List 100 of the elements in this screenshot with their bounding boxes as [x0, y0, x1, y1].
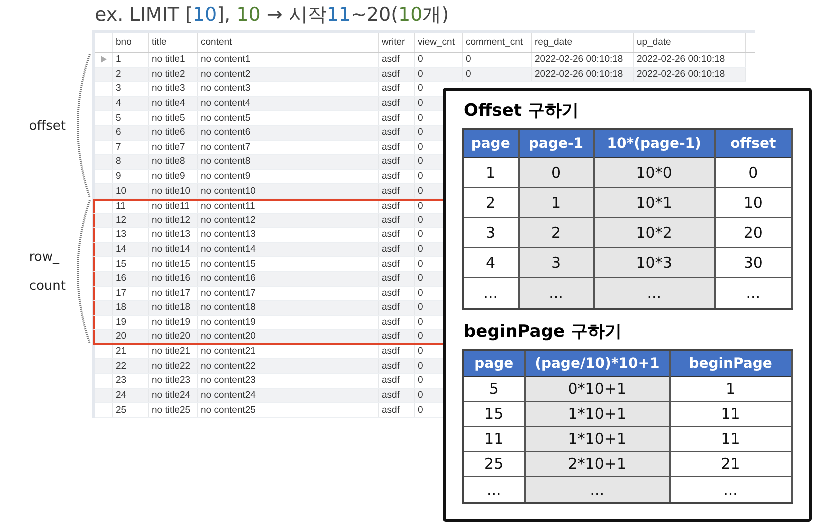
table-cell: no title19	[149, 316, 198, 330]
table-cell: 10*1	[594, 188, 714, 218]
table-cell: asdf	[379, 301, 415, 315]
table-row[interactable]: 8 no title8 no content8 asdf 0	[95, 155, 443, 170]
table-cell: 4	[113, 96, 149, 110]
table-cell-text: 0	[417, 170, 424, 184]
table-cell: no content1	[198, 53, 379, 67]
section-title: beginPage 구하기	[464, 321, 623, 343]
table-cell: no title2	[149, 68, 198, 82]
table-cell: no title9	[149, 170, 198, 184]
column-header[interactable]: title	[149, 33, 198, 52]
table-cell: no title4	[149, 96, 198, 110]
current-row-icon	[100, 56, 106, 64]
table-cell: 1*10+1	[526, 427, 669, 452]
table-cell: 14	[113, 242, 149, 256]
table-cell-text: ...	[482, 283, 499, 304]
table-row[interactable]: 22 no title22 no content22 asdf 0	[95, 359, 443, 374]
table-cell: no content7	[198, 140, 379, 154]
table-cell: no content23	[198, 374, 379, 388]
table-cell: 0	[520, 158, 593, 188]
table-cell: no title20	[149, 330, 198, 343]
table-cell: 15	[464, 402, 524, 427]
column-header[interactable]: content	[198, 33, 379, 52]
table-cell: 3	[464, 218, 518, 248]
table-row[interactable]: 20 no title20 no content20 asdf 0	[93, 330, 443, 345]
table-row[interactable]: 6 no title6 no content6 asdf 0	[95, 126, 443, 141]
table-cell: asdf	[379, 286, 415, 300]
column-header[interactable]: writer	[379, 33, 415, 52]
table-cell: 5	[113, 111, 149, 125]
table-cell: asdf	[379, 126, 415, 140]
table-cell: no content9	[198, 170, 379, 184]
table-cell: asdf	[379, 82, 415, 96]
table-row[interactable]: 4 no title4 no content4 asdf 0	[95, 96, 443, 112]
column-header[interactable]: comment_cnt	[463, 33, 532, 52]
table-cell-text: ...	[646, 283, 662, 304]
table-cell: 25	[464, 452, 524, 477]
bracket-label: count	[29, 279, 66, 294]
table-cell: 0	[463, 53, 532, 67]
table-cell: 10	[113, 184, 149, 198]
table-cell-text: 0	[417, 228, 424, 242]
table-row[interactable]: 10 no title10 no content10 asdf 0	[95, 184, 443, 199]
table-cell-text: 0	[417, 97, 424, 110]
table-cell: 1	[670, 377, 791, 402]
column-header: page	[464, 130, 518, 158]
table-row[interactable]: 18 no title18 no content18 asdf 0	[93, 301, 443, 316]
table-cell: 1	[520, 188, 593, 218]
column-header[interactable]: bno	[113, 33, 149, 52]
table-row[interactable]: 24 no title24 no content24 asdf 0	[95, 388, 443, 404]
table-cell: 2022-02-26 00:10:18	[532, 68, 634, 82]
table-cell: asdf	[379, 344, 415, 358]
table-cell-text: ...	[548, 283, 564, 304]
table-cell: 8	[113, 155, 149, 169]
table-cell: no title3	[149, 82, 198, 96]
table-cell: no content11	[198, 200, 379, 213]
table-cell: 19	[113, 316, 149, 330]
column-header[interactable]: up_date	[634, 33, 746, 52]
table-cell: 2022-02-26 00:10:18	[532, 53, 634, 67]
table-cell: 20	[716, 218, 791, 248]
table-cell: 12	[113, 214, 149, 228]
column-header[interactable]: view_cnt	[415, 33, 463, 52]
table-cell-text: ...	[589, 480, 606, 500]
table-row[interactable]: 25 no title25 no content25 asdf 0	[95, 403, 443, 418]
table-cell: no content14	[198, 242, 379, 256]
table-row[interactable]: 16 no title16 no content16 asdf 0	[93, 272, 443, 286]
table-cell: no title12	[149, 214, 198, 228]
table-cell-text: 0	[417, 243, 424, 256]
table-cell: 9	[113, 170, 149, 184]
table-cell: asdf	[379, 111, 415, 125]
table-cell: 21	[670, 452, 791, 477]
table-cell: 1	[113, 53, 149, 67]
table-cell: 0*10+1	[526, 377, 669, 402]
table-row[interactable]: 12 no title12 no content12 asdf 0	[93, 214, 443, 228]
table-cell: asdf	[379, 53, 415, 67]
table-cell: 25	[113, 403, 149, 417]
bracket-label: row_	[29, 250, 61, 265]
table-cell-text: 0	[417, 330, 424, 343]
table-cell: 11	[670, 427, 791, 452]
table-cell: no title21	[149, 344, 198, 358]
table-cell: no title25	[149, 403, 198, 417]
table-cell: asdf	[379, 96, 415, 110]
table-cell: no content2	[198, 68, 379, 82]
table-cell: asdf	[379, 359, 415, 374]
table-cell: 18	[113, 301, 149, 315]
table-cell: no title7	[149, 140, 198, 154]
table-cell: asdf	[379, 140, 415, 154]
column-header[interactable]: reg_date	[532, 33, 634, 52]
table-cell: 0	[463, 68, 532, 82]
table-row[interactable]: 2 no title2 no content2 asdf 0 0 2022-02-26 00:10:18 2022-02-26 00:10:18	[95, 68, 746, 82]
column-header: offset	[716, 130, 791, 158]
table-cell: 20	[113, 330, 149, 343]
table-row[interactable]: 14 no title14 no content14 asdf 0	[93, 242, 443, 258]
table-cell: 4	[464, 248, 518, 278]
table-cell: no content18	[198, 301, 379, 315]
table-cell: 2022-02-26 00:10:18	[634, 68, 746, 82]
table-cell: no title18	[149, 301, 198, 315]
table-cell: asdf	[379, 316, 415, 330]
table-cell: no content8	[198, 155, 379, 169]
table-cell: 10*2	[594, 218, 714, 248]
table-cell: asdf	[379, 374, 415, 388]
column-header: beginPage	[670, 351, 791, 377]
